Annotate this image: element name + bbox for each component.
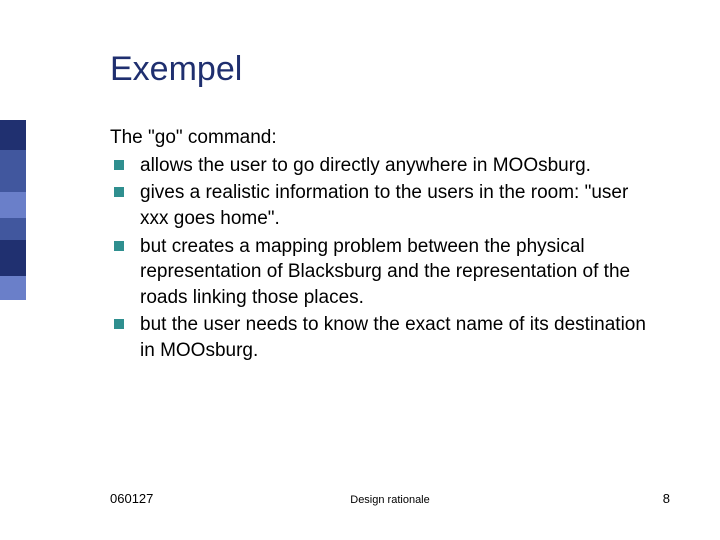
bullet-text: but creates a mapping problem between th…	[140, 236, 630, 308]
intro-text: The "go" command:	[110, 125, 660, 151]
sidebar-block	[0, 240, 26, 276]
bullet-text: gives a realistic information to the use…	[140, 182, 628, 229]
sidebar-block	[0, 192, 26, 218]
list-item: but the user needs to know the exact nam…	[110, 312, 660, 363]
bullet-list: allows the user to go directly anywhere …	[110, 153, 660, 364]
sidebar-block	[0, 120, 26, 150]
sidebar-block	[0, 150, 26, 192]
list-item: allows the user to go directly anywhere …	[110, 153, 660, 179]
bullet-icon	[114, 187, 124, 197]
list-item: but creates a mapping problem between th…	[110, 234, 660, 311]
bullet-text: allows the user to go directly anywhere …	[140, 155, 591, 176]
slide-title: Exempel	[110, 50, 660, 89]
bullet-icon	[114, 160, 124, 170]
footer-page-number: 8	[663, 491, 670, 506]
list-item: gives a realistic information to the use…	[110, 180, 660, 231]
bullet-text: but the user needs to know the exact nam…	[140, 314, 646, 361]
sidebar-block	[0, 276, 26, 300]
decorative-sidebar	[0, 120, 26, 300]
bullet-icon	[114, 319, 124, 329]
footer-title: Design rationale	[110, 494, 670, 506]
slide: Exempel The "go" command: allows the use…	[0, 0, 720, 540]
sidebar-block	[0, 218, 26, 240]
bullet-icon	[114, 241, 124, 251]
